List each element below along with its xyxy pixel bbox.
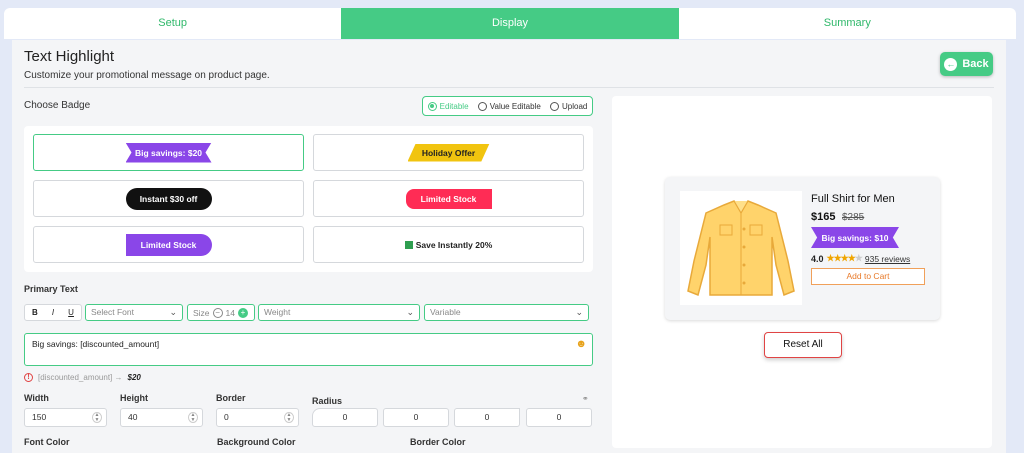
main-panel: Text Highlight Customize your promotiona…	[12, 40, 1006, 453]
badge-option[interactable]: Save Instantly 20%	[313, 226, 584, 263]
page-title: Text Highlight	[24, 48, 115, 65]
badge-option[interactable]: Big savings: $20	[33, 134, 304, 171]
badge-preview: Limited Stock	[405, 188, 492, 209]
height-input[interactable]: 40 ▲ ▼	[120, 408, 203, 427]
font-color-label: Font Color	[24, 437, 70, 447]
spinner-icon[interactable]: ▲ ▼	[284, 412, 294, 423]
background-color-label: Background Color	[217, 437, 296, 447]
radio-unchecked-icon	[477, 101, 487, 111]
radio-checked-icon	[427, 101, 437, 111]
link-icon[interactable]: ⚭	[582, 394, 589, 403]
product-price: $165	[811, 211, 836, 223]
weight-select[interactable]: Weight ⌄	[258, 304, 420, 321]
badge-preview: Big savings: $20	[125, 142, 212, 163]
radio-upload[interactable]: Upload	[550, 101, 587, 111]
spinner-icon[interactable]: ▲ ▼	[92, 412, 102, 423]
italic-button[interactable]: I	[52, 308, 54, 317]
arrow-left-icon: ←	[944, 57, 958, 71]
variable-hint: ! [discounted_amount] → $20	[24, 373, 141, 382]
tab-setup[interactable]: Setup	[4, 8, 341, 39]
product-name: Full Shirt for Men	[811, 193, 895, 205]
chevron-down-icon: ⌄	[575, 307, 583, 317]
badge-option[interactable]: Limited Stock	[33, 226, 304, 263]
info-icon: !	[24, 373, 33, 382]
radio-value-editable[interactable]: Value Editable	[477, 101, 541, 111]
height-label: Height	[120, 393, 148, 403]
border-label: Border	[216, 393, 246, 403]
badge-option[interactable]: Holiday Offer	[313, 134, 584, 171]
product-card: Full Shirt for Men $165 $285 Big savings…	[665, 177, 940, 320]
border-input[interactable]: 0 ▲ ▼	[216, 408, 299, 427]
minus-icon[interactable]: −	[212, 307, 223, 318]
badge-mode-radio-group: Editable Value Editable Upload	[422, 96, 593, 116]
product-image	[680, 191, 802, 305]
spinner-icon[interactable]: ▲ ▼	[188, 412, 198, 423]
radius-bottom-left-input[interactable]: 0	[454, 408, 520, 427]
variable-select[interactable]: Variable ⌄	[424, 304, 589, 321]
badge-option[interactable]: Limited Stock	[313, 180, 584, 217]
shirt-icon	[687, 200, 795, 297]
back-label: Back	[962, 58, 989, 70]
plus-icon[interactable]: +	[238, 307, 249, 318]
tab-summary[interactable]: Summary	[679, 8, 1016, 39]
back-button[interactable]: ← Back	[940, 52, 993, 76]
preview-badge: Big savings: $10	[811, 227, 899, 248]
reviews-link[interactable]: 935 reviews	[865, 254, 910, 264]
star-rating-icon: ★★★★★	[826, 253, 863, 263]
product-old-price: $285	[842, 212, 865, 223]
width-input[interactable]: 150 ▲ ▼	[24, 408, 107, 427]
badge-option[interactable]: Instant $30 off	[33, 180, 304, 217]
primary-text-input[interactable]: Big savings: [discounted_amount] ☻	[24, 333, 593, 366]
badge-grid: Big savings: $20 Holiday Offer Instant $…	[24, 126, 593, 272]
badge-preview: Instant $30 off	[125, 187, 212, 210]
badge-preview: Holiday Offer	[407, 143, 490, 162]
primary-text-label: Primary Text	[24, 284, 78, 294]
square-icon	[404, 240, 413, 249]
border-color-label: Border Color	[410, 437, 466, 447]
radio-unchecked-icon	[550, 101, 559, 111]
divider	[24, 87, 994, 88]
emoji-icon[interactable]: ☻	[575, 338, 587, 350]
radius-bottom-right-input[interactable]: 0	[526, 408, 592, 427]
add-to-cart-button[interactable]: Add to Cart	[811, 268, 925, 285]
bold-button[interactable]: B	[32, 308, 38, 317]
radio-editable[interactable]: Editable	[427, 101, 469, 111]
reset-all-button[interactable]: Reset All	[764, 332, 842, 358]
tab-display[interactable]: Display	[341, 8, 679, 39]
wizard-tabs: Setup Display Summary	[4, 8, 1016, 39]
underline-button[interactable]: U	[68, 308, 74, 317]
badge-preview: Limited Stock	[125, 233, 212, 256]
format-buttons: B I U	[24, 304, 82, 321]
radius-top-right-input[interactable]: 0	[383, 408, 449, 427]
product-preview-panel: Full Shirt for Men $165 $285 Big savings…	[612, 96, 992, 448]
text-toolbar: B I U Select Font ⌄ Size − 14 + Weight ⌄…	[24, 304, 589, 321]
chevron-down-icon: ⌄	[169, 307, 177, 317]
font-select[interactable]: Select Font ⌄	[85, 304, 183, 321]
chevron-down-icon: ⌄	[406, 307, 414, 317]
radius-label: Radius	[312, 396, 343, 406]
product-rating: 4.0 ★★★★★ 935 reviews	[811, 253, 911, 264]
page-subtitle: Customize your promotional message on pr…	[24, 70, 270, 81]
choose-badge-label: Choose Badge	[24, 100, 91, 111]
badge-preview: Save Instantly 20%	[404, 240, 492, 250]
width-label: Width	[24, 393, 49, 403]
size-stepper[interactable]: Size − 14 +	[187, 304, 255, 321]
radius-top-left-input[interactable]: 0	[312, 408, 378, 427]
